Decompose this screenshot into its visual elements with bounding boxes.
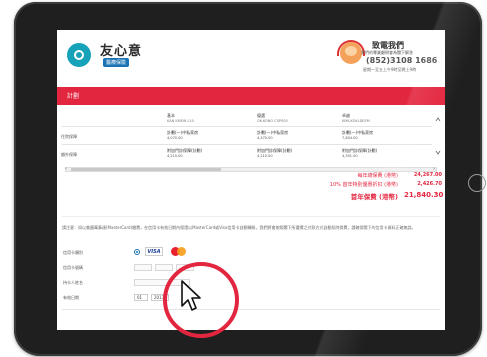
expiry-month-select[interactable]: 01 <box>134 294 148 301</box>
home-button[interactable] <box>468 174 486 192</box>
holder-label: 持卡人姓名 <box>63 280 83 285</box>
cell-value: 4,070.00 <box>167 136 183 140</box>
table-cell: 附加門診保障(計劃) 4,210.00 <box>257 148 292 159</box>
cell-title: 附加門診保障(計劃) <box>257 148 293 153</box>
final-label: 首年保費 (港幣) <box>350 193 398 201</box>
scroll-up-icon <box>435 117 441 122</box>
call-hours: 星期一至五上午9時至晚上9時 <box>363 67 417 72</box>
scroll-down-icon <box>435 150 441 155</box>
annual-premium: 每年總保費 (港幣) 24,267.00 <box>358 172 443 179</box>
row-divider <box>62 126 432 127</box>
row-label: 住院保障 <box>61 134 77 139</box>
cell-value: 4,210.00 <box>167 154 183 158</box>
cell-value: 4,470.00 <box>257 136 273 140</box>
table-cell: 計劃(一)中私家房 4,070.00 <box>167 130 198 141</box>
scroll-left-icon[interactable]: ‹ <box>65 166 67 172</box>
cell-value: 4,301.00 <box>342 154 358 158</box>
divider <box>62 216 440 217</box>
vertical-scrollbar[interactable] <box>435 116 441 156</box>
card-number-label: 信用卡號碼 <box>63 265 83 270</box>
row-divider <box>62 144 432 145</box>
cell-title: 附加門診保障(計劃) <box>167 148 203 153</box>
cell-value: 4,210.00 <box>257 154 273 158</box>
cursor-icon <box>181 280 201 311</box>
stage: 友心意 醫療保險 致電我們 我們的專業顧問會為閣下解答 (852)3108 16… <box>0 0 487 357</box>
column-code: KAN KMEW L10 <box>167 119 194 123</box>
brand-name: 友心意 <box>100 44 143 59</box>
payment-note: 請注意：如以美國萬事達(MasterCard)繳費，在信用卡有效日期內保證以Ma… <box>62 225 416 230</box>
annual-label: 每年總保費 (港幣) <box>357 173 399 179</box>
cell-title: 計劃(一)中私家房 <box>167 130 199 135</box>
logo-icon <box>67 43 91 67</box>
final-premium: 首年保費 (港幣) 21,840.30 <box>350 191 444 201</box>
table-cell: 計劃(一)中私家房 7,604.00 <box>342 130 373 141</box>
card-type-label: 信用卡類別 <box>63 250 83 255</box>
annual-value: 24,267.00 <box>413 172 442 178</box>
section-title: 計劃 <box>67 93 80 100</box>
discount-value: 2,426.70 <box>417 181 442 187</box>
visa-logo[interactable]: VISA <box>145 247 163 256</box>
expiry-label: 有效日期 <box>63 295 79 300</box>
cell-title: 計劃(一)中私家房 <box>342 130 374 135</box>
column-code: OK-KONG CSP000 <box>257 119 288 123</box>
agent-avatar <box>340 42 362 64</box>
column-code: KMK-KOKLDEEM <box>342 119 370 123</box>
table-cell: 附加門診保障(計劃) 4,301.00 <box>342 148 377 159</box>
cell-title: 附加門診保障(計劃) <box>342 148 378 153</box>
card-number-field[interactable] <box>155 264 173 271</box>
divider <box>62 309 440 310</box>
visa-radio[interactable] <box>134 249 140 255</box>
discount-label: 10% 首年特別優惠折扣 (港幣) <box>329 182 398 188</box>
table-cell: 附加門診保障(計劃) 4,210.00 <box>167 148 202 159</box>
brand-badge: 醫療保險 <box>103 58 130 67</box>
section-bar: 計劃 <box>57 87 445 105</box>
cell-value: 7,604.00 <box>342 136 358 140</box>
discount: 10% 首年特別優惠折扣 (港幣) 2,426.70 <box>330 181 442 188</box>
screen: 友心意 醫療保險 致電我們 我們的專業顧問會為閣下解答 (852)3108 16… <box>57 30 445 330</box>
card-number-field[interactable] <box>134 264 152 271</box>
scroll-thumb[interactable] <box>71 168 221 171</box>
mastercard-logo[interactable] <box>169 246 189 257</box>
header: 友心意 醫療保險 致電我們 我們的專業顧問會為閣下解答 (852)3108 16… <box>57 30 445 87</box>
call-phone[interactable]: (852)3108 1686 <box>366 56 437 65</box>
row-label: 額外保障 <box>61 152 77 157</box>
cell-title: 計劃(一)中私家房 <box>257 130 289 135</box>
final-value: 21,840.30 <box>404 191 444 199</box>
table-cell: 計劃(一)中私家房 4,470.00 <box>257 130 288 141</box>
